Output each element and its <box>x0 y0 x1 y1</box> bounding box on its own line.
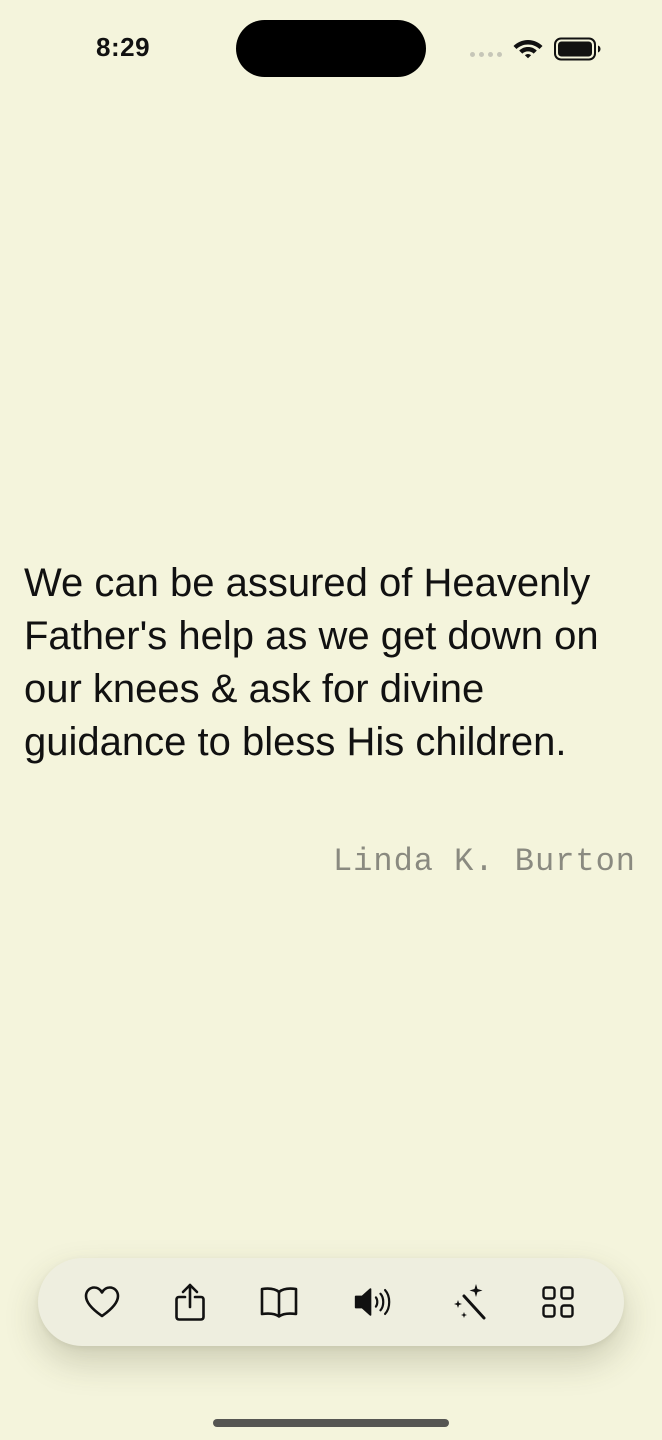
favorite-button[interactable] <box>80 1280 124 1324</box>
categories-button[interactable] <box>536 1280 580 1324</box>
status-bar: 8:29 <box>0 0 662 100</box>
quote-text: We can be assured of Heavenly Father's h… <box>24 561 599 764</box>
status-time: 8:29 <box>96 32 151 62</box>
theme-button[interactable] <box>448 1280 492 1324</box>
dynamic-island <box>236 20 426 77</box>
book-icon <box>260 1287 298 1318</box>
share-button[interactable] <box>168 1280 212 1324</box>
audio-button[interactable] <box>353 1280 397 1324</box>
cellular-signal-icon <box>470 52 504 58</box>
grid-icon <box>542 1286 574 1318</box>
heart-icon <box>84 1286 120 1318</box>
read-button[interactable] <box>257 1280 301 1324</box>
wifi-icon <box>513 40 543 59</box>
quote-author: Linda K. Burton <box>332 843 636 880</box>
home-indicator[interactable] <box>213 1419 449 1427</box>
share-icon <box>175 1283 205 1321</box>
speaker-icon <box>354 1288 391 1316</box>
bottom-toolbar <box>38 1258 624 1346</box>
magic-wand-icon <box>454 1284 486 1320</box>
battery-icon <box>554 37 601 61</box>
